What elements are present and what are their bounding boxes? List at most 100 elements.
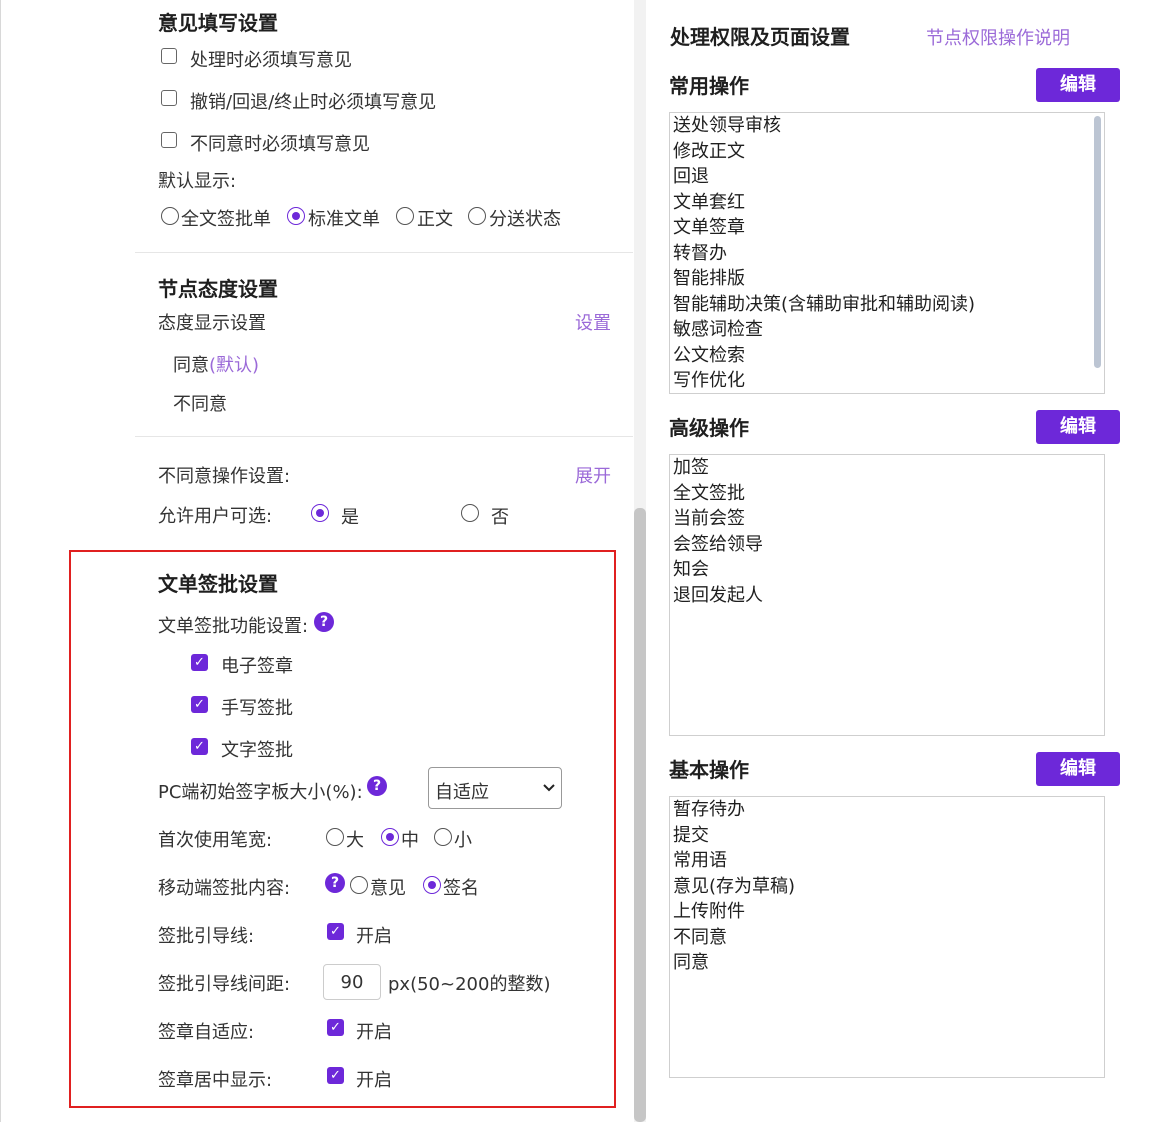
pc-size-select[interactable]: 自适应 <box>428 767 562 809</box>
radio-mobile-signature[interactable] <box>423 876 441 894</box>
radio-allow-yes-label: 是 <box>341 507 359 528</box>
advanced-ops-title: 高级操作 <box>669 416 749 440</box>
radio-mobile-signature-label: 签名 <box>443 878 479 899</box>
radio-mobile-opinion-label: 意见 <box>370 878 406 899</box>
opinion-check-2-label: 撤销/回退/终止时必须填写意见 <box>190 92 437 113</box>
list-item[interactable]: 文单签章 <box>670 215 1104 241</box>
radio-mobile-opinion[interactable] <box>350 876 368 894</box>
help-icon[interactable]: ? <box>314 612 334 632</box>
checkbox[interactable] <box>161 90 177 106</box>
radio-fulltext-form[interactable] <box>161 207 179 225</box>
radio-body-text-label: 正文 <box>417 209 453 230</box>
basic-ops-title: 基本操作 <box>669 758 749 782</box>
advanced-ops-list[interactable]: 加签 全文签批 当前会签 会签给领导 知会 退回发起人 <box>669 454 1105 736</box>
pc-size-select-value: 自适应 <box>435 782 489 803</box>
opinion-check-1-label: 处理时必须填写意见 <box>190 50 352 71</box>
radio-fulltext-form-label: 全文签批单 <box>181 209 271 230</box>
list-item[interactable]: 送处领导审核 <box>670 113 1104 139</box>
list-item[interactable]: 提交 <box>670 823 1104 849</box>
checkbox[interactable] <box>161 132 177 148</box>
list-item[interactable]: 会签给领导 <box>670 532 1104 558</box>
check-text-sign-label: 文字签批 <box>221 740 293 761</box>
help-icon[interactable]: ? <box>325 873 345 893</box>
list-item[interactable]: 当前会签 <box>670 506 1104 532</box>
node-permission-help-link[interactable]: 节点权限操作说明 <box>926 24 1070 50</box>
list-item[interactable]: 常用语 <box>670 848 1104 874</box>
left-border <box>0 0 1 1122</box>
radio-allow-no[interactable] <box>461 504 479 522</box>
attitude-agree-default: (默认) <box>209 355 260 376</box>
attitude-agree-text: 同意 <box>173 355 209 376</box>
radio-pen-small[interactable] <box>434 828 452 846</box>
checkbox[interactable] <box>161 48 177 64</box>
left-pane-scrollbar-thumb[interactable] <box>634 508 646 1122</box>
section-divider <box>135 252 633 253</box>
list-item[interactable]: 智能排版 <box>670 266 1104 292</box>
opinion-check-3[interactable] <box>161 132 177 148</box>
seal-center-label: 签章居中显示: <box>158 1070 273 1091</box>
check-handwriting[interactable]: ✓ <box>191 696 208 713</box>
list-item[interactable]: 回退 <box>670 164 1104 190</box>
disagree-ops-expand-link[interactable]: 展开 <box>575 462 611 488</box>
list-item[interactable]: 全文签批 <box>670 481 1104 507</box>
common-ops-list[interactable]: 送处领导审核 修改正文 回退 文单套红 文单签章 转督办 智能排版 智能辅助决策… <box>669 112 1105 394</box>
radio-pen-large[interactable] <box>326 828 344 846</box>
attitude-set-link[interactable]: 设置 <box>575 309 611 335</box>
allow-user-select-label: 允许用户可选: <box>158 506 273 527</box>
opinion-check-2[interactable] <box>161 90 177 106</box>
attitude-agree: 同意(默认) <box>173 351 259 377</box>
sign-func-label: 文单签批功能设置: <box>158 616 309 637</box>
list-item[interactable]: 智能辅助决策(含辅助审批和辅助阅读) <box>670 292 1104 318</box>
list-item[interactable]: 敏感词检查 <box>670 317 1104 343</box>
opinion-check-1[interactable] <box>161 48 177 64</box>
attitude-display-label: 态度显示设置 <box>158 313 266 334</box>
check-guide-line[interactable]: ✓ <box>327 923 344 940</box>
check-handwriting-label: 手写签批 <box>221 698 293 719</box>
list-item[interactable]: 文单套红 <box>670 190 1104 216</box>
chevron-down-icon <box>543 784 555 792</box>
guide-spacing-input[interactable] <box>323 964 381 1000</box>
list-item[interactable]: 不同意 <box>670 925 1104 951</box>
mobile-content-label: 移动端签批内容: <box>158 878 291 899</box>
basic-ops-edit-button[interactable]: 编辑 <box>1036 752 1120 786</box>
common-ops-edit-button[interactable]: 编辑 <box>1036 68 1120 102</box>
advanced-ops-edit-button[interactable]: 编辑 <box>1036 410 1120 444</box>
radio-standard-form-label: 标准文单 <box>308 209 380 230</box>
common-ops-scrollbar[interactable] <box>1094 116 1101 368</box>
check-seal-center[interactable]: ✓ <box>327 1067 344 1084</box>
list-item[interactable]: 暂存待办 <box>670 797 1104 823</box>
list-item[interactable]: 公文检索 <box>670 343 1104 369</box>
radio-distribution-status-label: 分送状态 <box>489 209 561 230</box>
radio-allow-no-label: 否 <box>491 507 509 528</box>
guide-line-label: 签批引导线: <box>158 926 255 947</box>
list-item[interactable]: 上传附件 <box>670 899 1104 925</box>
check-seal-center-label: 开启 <box>356 1070 392 1091</box>
list-item[interactable]: 退回发起人 <box>670 583 1104 609</box>
check-e-seal[interactable]: ✓ <box>191 654 208 671</box>
list-item[interactable]: 同意 <box>670 950 1104 976</box>
check-text-sign[interactable]: ✓ <box>191 738 208 755</box>
list-item[interactable]: 写作优化 <box>670 368 1104 393</box>
list-item[interactable]: 转督办 <box>670 241 1104 267</box>
radio-distribution-status[interactable] <box>468 207 486 225</box>
check-seal-adaptive[interactable]: ✓ <box>327 1019 344 1036</box>
list-item[interactable]: 意见(存为草稿) <box>670 874 1104 900</box>
radio-standard-form[interactable] <box>287 207 305 225</box>
section-divider <box>135 436 633 437</box>
opinion-section-title: 意见填写设置 <box>158 11 278 35</box>
guide-spacing-label: 签批引导线间距: <box>158 974 291 995</box>
radio-allow-yes[interactable] <box>311 504 329 522</box>
opinion-check-3-label: 不同意时必须填写意见 <box>190 134 370 155</box>
attitude-section-title: 节点态度设置 <box>158 277 278 301</box>
radio-body-text[interactable] <box>396 207 414 225</box>
radio-pen-medium[interactable] <box>381 828 399 846</box>
radio-pen-small-label: 小 <box>454 830 472 851</box>
left-pane-scrollbar-track[interactable] <box>634 0 646 1122</box>
help-icon[interactable]: ? <box>367 776 387 796</box>
list-item[interactable]: 修改正文 <box>670 139 1104 165</box>
radio-pen-large-label: 大 <box>346 830 364 851</box>
basic-ops-list[interactable]: 暂存待办 提交 常用语 意见(存为草稿) 上传附件 不同意 同意 <box>669 796 1105 1078</box>
list-item[interactable]: 加签 <box>670 455 1104 481</box>
list-item[interactable]: 知会 <box>670 557 1104 583</box>
attitude-disagree: 不同意 <box>173 394 227 415</box>
